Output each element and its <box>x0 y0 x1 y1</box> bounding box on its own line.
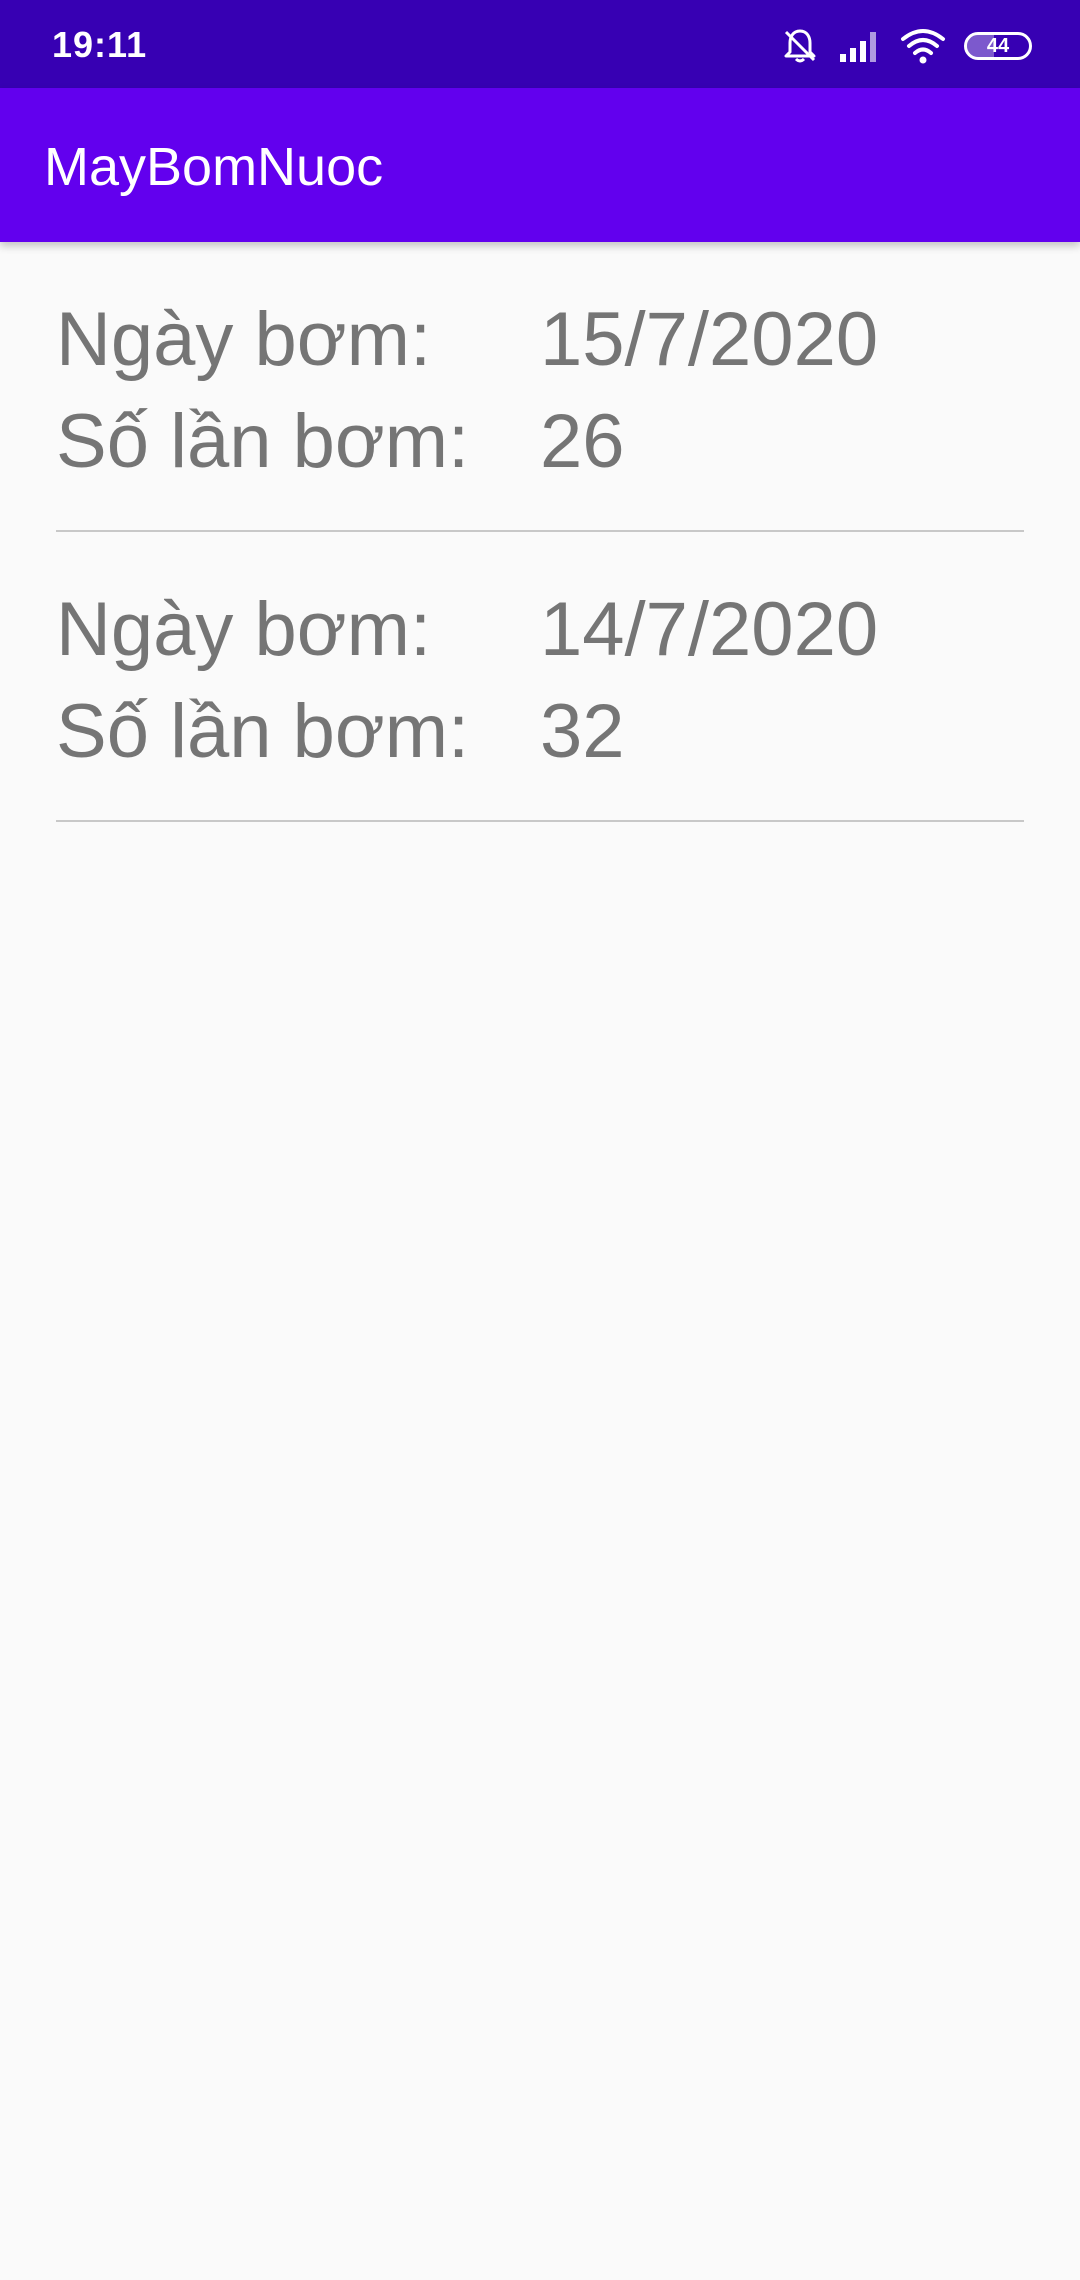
pump-count-label: Số lần bơm: <box>56 399 470 484</box>
status-time: 19:11 <box>52 24 148 65</box>
list-item[interactable]: Ngày bơm: 14/7/2020 Số lần bơm: 32 <box>56 532 1024 822</box>
battery-icon: 44 <box>964 32 1032 60</box>
pump-date-label: Ngày bơm: <box>56 297 432 382</box>
wifi-icon <box>900 27 946 65</box>
app-bar: MayBomNuoc <box>0 88 1080 242</box>
pump-date-value: 15/7/2020 <box>540 297 879 382</box>
list-item[interactable]: Ngày bơm: 15/7/2020 Số lần bơm: 26 <box>56 242 1024 532</box>
signal-icon <box>838 28 882 64</box>
pump-record-list: Ngày bơm: 15/7/2020 Số lần bơm: 26 Ngày … <box>56 242 1024 822</box>
silent-bell-icon <box>780 26 820 66</box>
pump-count-value: 32 <box>540 689 625 774</box>
pump-date-value: 14/7/2020 <box>540 587 879 672</box>
battery-level: 44 <box>986 35 1010 57</box>
status-icons: 44 <box>780 24 1032 68</box>
pump-count-value: 26 <box>540 399 625 484</box>
app-title: MayBomNuoc <box>44 137 384 197</box>
pump-count-label: Số lần bơm: <box>56 689 470 774</box>
status-bar: 19:11 44 <box>0 0 1080 88</box>
pump-date-label: Ngày bơm: <box>56 587 432 672</box>
